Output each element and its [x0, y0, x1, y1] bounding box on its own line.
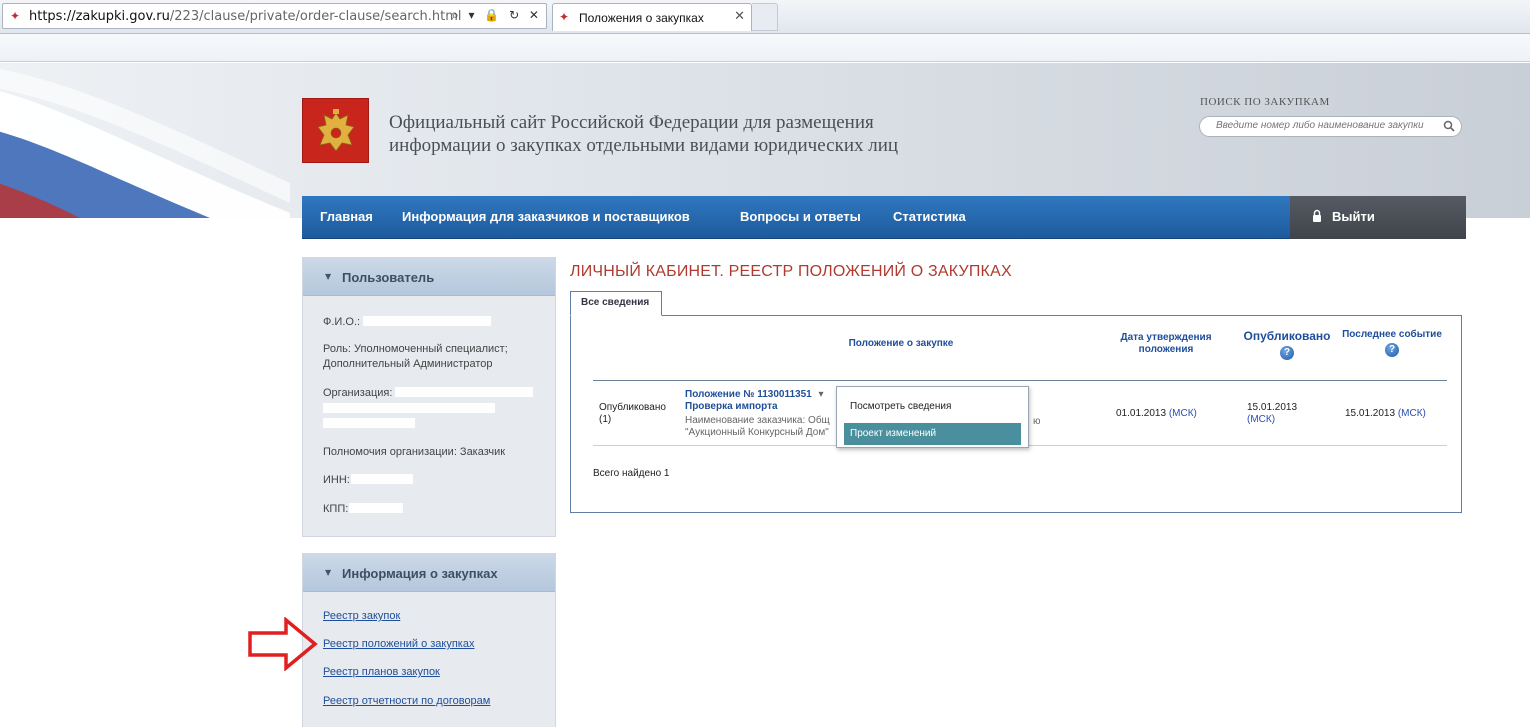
search-label: ПОИСК ПО ЗАКУПКАМ [1200, 96, 1330, 108]
nav-statistics[interactable]: Статистика [893, 209, 966, 224]
row-published: 15.01.2013 (МСК) [1247, 402, 1297, 426]
tab-favicon-icon: ✦ [559, 10, 570, 24]
site-header: Официальный сайт Российской Федерации дл… [0, 63, 1530, 218]
last-event-date-value: 15.01.2013 [1345, 408, 1396, 419]
col-header-published[interactable]: Опубликовано ? [1239, 330, 1335, 360]
customer-line1-tail: ю [1033, 416, 1041, 427]
role-line2: Дополнительный Администратор [323, 358, 493, 370]
fio-value-redacted [363, 316, 491, 326]
coat-of-arms-icon [302, 98, 369, 163]
search-input[interactable] [1216, 120, 1436, 131]
col-header-approval-date[interactable]: Дата утверждения положения [1116, 332, 1216, 356]
tab-all-info[interactable]: Все сведения [570, 291, 662, 316]
row-clause: Положение № 1130011351 ▾ Проверка импорт… [685, 389, 830, 439]
col-header-clause[interactable]: Положение о закупке [841, 338, 961, 350]
row-status-line1: Опубликовано [599, 402, 666, 413]
user-panel-title: Пользователь [342, 270, 435, 285]
col-header-approval-line2: положения [1138, 344, 1194, 355]
row-status: Опубликовано (1) [599, 402, 666, 426]
published-date-value: 15.01.2013 [1247, 402, 1298, 413]
link-plans-registry[interactable]: Реестр планов закупок [323, 666, 440, 678]
main-nav: Главная Информация для заказчиков и пост… [302, 196, 1466, 239]
inn-value-redacted [351, 474, 413, 484]
annotation-arrow-icon [248, 617, 318, 671]
link-reports-registry[interactable]: Реестр отчетности по договорам [323, 695, 490, 707]
search-icon[interactable] [1443, 120, 1455, 132]
organization-value-redacted-2 [323, 403, 495, 413]
menu-item-draft-changes[interactable]: Проект изменений [844, 423, 1021, 445]
clause-number-link[interactable]: Положение № 1130011351 [685, 389, 812, 400]
nav-home[interactable]: Главная [320, 209, 373, 224]
collapse-arrow-icon: ▼ [325, 272, 332, 281]
user-panel-header[interactable]: ▼ Пользователь [303, 258, 555, 296]
info-panel-header[interactable]: ▼ Информация о закупках [303, 554, 555, 592]
menu-item-view-info[interactable]: Посмотреть сведения [850, 401, 951, 412]
link-procurement-registry[interactable]: Реестр закупок [323, 610, 400, 622]
last-event-tz-link[interactable]: (МСК) [1398, 408, 1426, 419]
approval-tz-link[interactable]: (МСК) [1169, 408, 1197, 419]
chevron-down-icon[interactable]: ▾ [819, 389, 824, 400]
site-title: Официальный сайт Российской Федерации дл… [389, 111, 949, 157]
published-tz-link[interactable]: (МСК) [1247, 414, 1297, 426]
tab-all-info-label: Все сведения [581, 297, 650, 308]
info-panel: ▼ Информация о закупках Реестр закупок Р… [302, 553, 556, 727]
address-bar[interactable]: ✦ https://zakupki.gov.ru/223/clause/priv… [2, 3, 547, 29]
col-header-last-event[interactable]: Последнее событие ? [1337, 329, 1447, 357]
help-icon[interactable]: ? [1280, 346, 1294, 360]
col-header-last-event-label: Последнее событие [1342, 329, 1442, 340]
menu-item-draft-label: Проект изменений [850, 428, 937, 439]
inn-label: ИНН: [323, 474, 350, 486]
organization-value-redacted-3 [323, 418, 415, 428]
clause-actions-dropdown: Посмотреть сведения Проект изменений [836, 386, 1029, 448]
fio-label: Ф.И.О.: [323, 316, 361, 328]
site-favicon-icon: ✦ [9, 9, 21, 23]
user-panel: ▼ Пользователь Ф.И.О.: Роль: Уполномочен… [302, 257, 556, 537]
site-title-line2: информации о закупках отдельными видами … [389, 135, 899, 156]
organization-powers: Полномочия организации: Заказчик [323, 446, 506, 458]
browser-toolbar: ✦ https://zakupki.gov.ru/223/clause/priv… [0, 0, 1530, 34]
kpp-value-redacted [349, 503, 403, 513]
flag-wave-decoration [0, 69, 290, 218]
clause-subtitle-link[interactable]: Проверка импорта [685, 401, 830, 413]
page-title: ЛИЧНЫЙ КАБИНЕТ. РЕЕСТР ПОЛОЖЕНИЙ О ЗАКУП… [570, 263, 1012, 280]
new-tab-button[interactable] [752, 3, 778, 31]
nav-info-customers[interactable]: Информация для заказчиков и поставщиков [402, 209, 690, 224]
col-header-approval-line1: Дата утверждения [1120, 332, 1212, 343]
tab-close-icon[interactable]: ✕ [734, 9, 745, 24]
logout-button[interactable]: Выйти [1290, 196, 1466, 239]
table-header-divider [593, 380, 1447, 381]
help-icon[interactable]: ? [1385, 343, 1399, 357]
total-found: Всего найдено 1 [593, 468, 670, 479]
search-box[interactable] [1199, 116, 1462, 137]
nav-faq[interactable]: Вопросы и ответы [740, 209, 861, 224]
address-actions-icon[interactable]: ⌕ ▾ 🔒 ↻ ✕ [452, 8, 542, 23]
address-url[interactable]: https://zakupki.gov.ru/223/clause/privat… [29, 9, 462, 24]
browser-command-bar [0, 34, 1530, 62]
collapse-arrow-icon: ▼ [325, 568, 332, 577]
customer-line2: "Аукционный Конкурсный Дом" [685, 427, 829, 438]
info-panel-title: Информация о закупках [342, 566, 498, 581]
organization-value-redacted [395, 387, 533, 397]
customer-line1: Наименование заказчика: Общ [685, 415, 830, 426]
role-line1: Роль: Уполномоченный специалист; [323, 343, 508, 355]
lock-icon [1313, 209, 1321, 222]
browser-tab-active[interactable]: ✦ Положения о закупках ✕ [552, 3, 752, 31]
row-status-line2: (1) [599, 414, 612, 425]
site-title-line1: Официальный сайт Российской Федерации дл… [389, 112, 874, 133]
kpp-label: КПП: [323, 503, 349, 515]
tab-title: Положения о закупках [579, 11, 704, 25]
row-approval-date: 01.01.2013 (МСК) [1116, 408, 1197, 420]
row-last-event: 15.01.2013 (МСК) [1345, 408, 1426, 420]
approval-date-value: 01.01.2013 [1116, 408, 1167, 419]
col-header-published-label: Опубликовано [1243, 329, 1331, 343]
logout-label: Выйти [1332, 209, 1375, 224]
link-clause-registry[interactable]: Реестр положений о закупках [323, 638, 474, 650]
organization-label: Организация: [323, 387, 393, 399]
